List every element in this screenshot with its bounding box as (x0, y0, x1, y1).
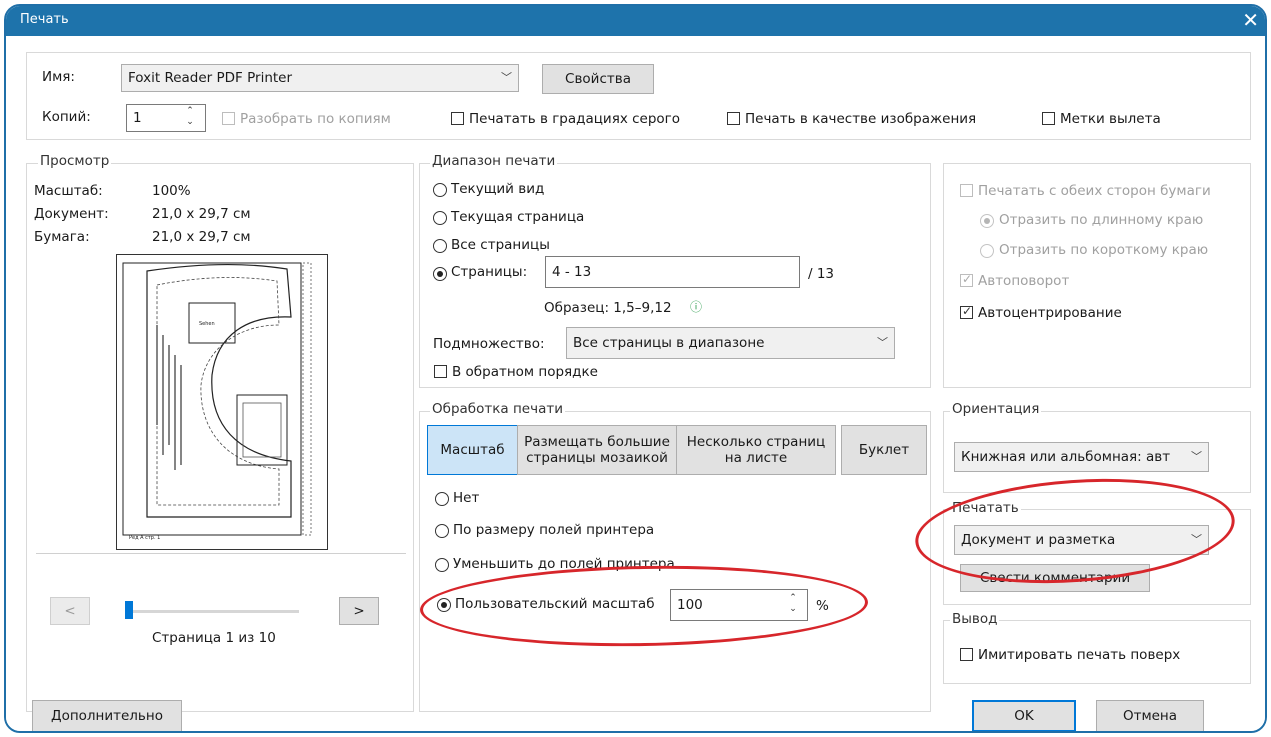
tab-multiple-line1: Несколько страниц (686, 433, 826, 450)
page-slider-thumb[interactable] (125, 601, 133, 619)
next-page-button[interactable]: > (339, 597, 379, 625)
radio-pages[interactable] (433, 267, 447, 281)
scale-value: 100% (152, 183, 191, 199)
printer-select[interactable]: Foxit Reader PDF Printer ﹀ (121, 64, 519, 92)
pages-example: Образец: 1,5–9,12 (544, 300, 672, 316)
tab-booklet-label: Буклет (858, 441, 910, 458)
bleed-marks-label: Метки вылета (1060, 111, 1161, 127)
tab-multiple[interactable]: Несколько страниц на листе (676, 425, 836, 475)
both-sides-label: Печатать с обеих сторон бумаги (978, 183, 1211, 199)
page-slider-track[interactable] (129, 610, 299, 613)
close-icon[interactable]: ✕ (1242, 8, 1259, 32)
printer-name-label: Имя: (42, 69, 75, 85)
radio-flip-short[interactable] (980, 244, 994, 258)
simulate-overprint-label: Имитировать печать поверх (978, 647, 1181, 663)
auto-rotate-checkbox[interactable]: ✓ (960, 272, 973, 287)
chevron-down-icon: ﹀ (501, 71, 512, 85)
as-image-checkbox[interactable] (727, 112, 740, 125)
pages-input-value: 4 - 13 (552, 264, 592, 280)
tab-tile-line1: Размещать большие (524, 433, 670, 450)
document-value: 21,0 x 29,7 см (152, 206, 251, 222)
copies-label: Копий: (42, 109, 91, 125)
pages-label: Страницы: (451, 264, 528, 280)
dialog-body: Имя: Foxit Reader PDF Printer ﹀ Свойства… (6, 36, 1265, 731)
collate-label: Разобрать по копиям (240, 111, 391, 127)
title-bar: Печать ✕ (6, 6, 1265, 36)
print-dialog: Печать ✕ Имя: Foxit Reader PDF Printer ﹀… (4, 4, 1267, 733)
ok-button[interactable]: OK (972, 700, 1076, 731)
radio-fit-printer[interactable] (435, 524, 449, 538)
chevron-down-icon: ﹀ (1191, 450, 1202, 464)
subset-select[interactable]: Все страницы в диапазоне ﹀ (566, 327, 895, 359)
radio-current-page[interactable] (433, 211, 447, 225)
page-indicator: Страница 1 из 10 (152, 630, 276, 646)
auto-center-label: Автоцентрирование (978, 305, 1122, 321)
all-pages-label: Все страницы (451, 237, 550, 253)
as-image-label: Печать в качестве изображения (745, 111, 977, 127)
window-title: Печать (20, 12, 69, 27)
paper-label: Бумага: (34, 229, 90, 245)
svg-text:Ред A стр. 1: Ред A стр. 1 (129, 535, 160, 541)
tab-multiple-line2: на листе (724, 450, 788, 466)
print-range-title: Диапазон печати (430, 153, 558, 169)
subset-select-value: Все страницы в диапазоне (573, 335, 765, 351)
preview-title: Просмотр (38, 153, 112, 169)
pages-total: / 13 (808, 266, 835, 282)
collate-checkbox[interactable] (222, 112, 235, 125)
spin-up-icon[interactable]: ⌃ (185, 107, 195, 116)
orientation-select[interactable]: Книжная или альбомная: авт ﹀ (954, 442, 1209, 472)
radio-current-view[interactable] (433, 183, 447, 197)
grayscale-checkbox[interactable] (451, 112, 464, 125)
svg-text:Sehen: Sehen (199, 321, 215, 327)
tab-scale[interactable]: Масштаб (427, 425, 518, 475)
printer-select-value: Foxit Reader PDF Printer (128, 70, 293, 86)
auto-center-checkbox[interactable]: ✓ (960, 304, 973, 319)
flip-short-label: Отразить по короткому краю (999, 242, 1209, 258)
radio-shrink-printer[interactable] (435, 558, 449, 572)
prev-page-button[interactable]: < (50, 597, 90, 625)
advanced-button[interactable]: Дополнительно (32, 700, 182, 731)
properties-button[interactable]: Свойства (542, 64, 654, 94)
current-page-label: Текущая страница (451, 209, 585, 225)
flip-long-label: Отразить по длинному краю (999, 212, 1204, 228)
chevron-down-icon: ﹀ (877, 336, 888, 350)
pattern-drawing-icon: Sehen Ред A стр. 1 (122, 262, 312, 541)
both-sides-checkbox[interactable] (960, 184, 973, 197)
paper-value: 21,0 x 29,7 см (152, 229, 251, 245)
orientation-title: Ориентация (950, 401, 1042, 417)
fit-printer-label: По размеру полей принтера (453, 522, 655, 538)
simulate-overprint-checkbox[interactable] (960, 648, 973, 661)
radio-flip-long[interactable] (980, 214, 994, 228)
none-label: Нет (453, 490, 480, 506)
output-title: Вывод (950, 611, 1000, 627)
bleed-marks-checkbox[interactable] (1042, 112, 1055, 125)
pages-input[interactable]: 4 - 13 (545, 256, 800, 288)
copies-value: 1 (133, 110, 142, 126)
preview-separator (36, 553, 406, 554)
reverse-order-checkbox[interactable] (434, 365, 447, 378)
tab-tile[interactable]: Размещать большие страницы мозаикой (517, 425, 677, 475)
scale-label: Масштаб: (34, 183, 103, 199)
radio-all-pages[interactable] (433, 239, 447, 253)
radio-none[interactable] (435, 492, 449, 506)
tab-scale-label: Масштаб (440, 441, 505, 458)
page-preview: Sehen Ред A стр. 1 (116, 254, 328, 550)
tab-booklet[interactable]: Буклет (841, 425, 927, 475)
subset-label: Подмножество: (433, 336, 545, 352)
auto-rotate-label: Автоповорот (978, 273, 1070, 289)
info-icon[interactable]: ⓘ (690, 298, 702, 315)
reverse-order-label: В обратном порядке (452, 364, 598, 380)
orientation-select-value: Книжная или альбомная: авт (961, 449, 1171, 465)
grayscale-label: Печатать в градациях серого (469, 111, 681, 127)
document-label: Документ: (34, 206, 109, 222)
tab-tile-line2: страницы мозаикой (526, 450, 668, 466)
print-handling-title: Обработка печати (430, 401, 565, 417)
cancel-button[interactable]: Отмена (1096, 700, 1204, 731)
current-view-label: Текущий вид (451, 181, 545, 197)
spin-down-icon[interactable]: ⌄ (185, 118, 195, 127)
